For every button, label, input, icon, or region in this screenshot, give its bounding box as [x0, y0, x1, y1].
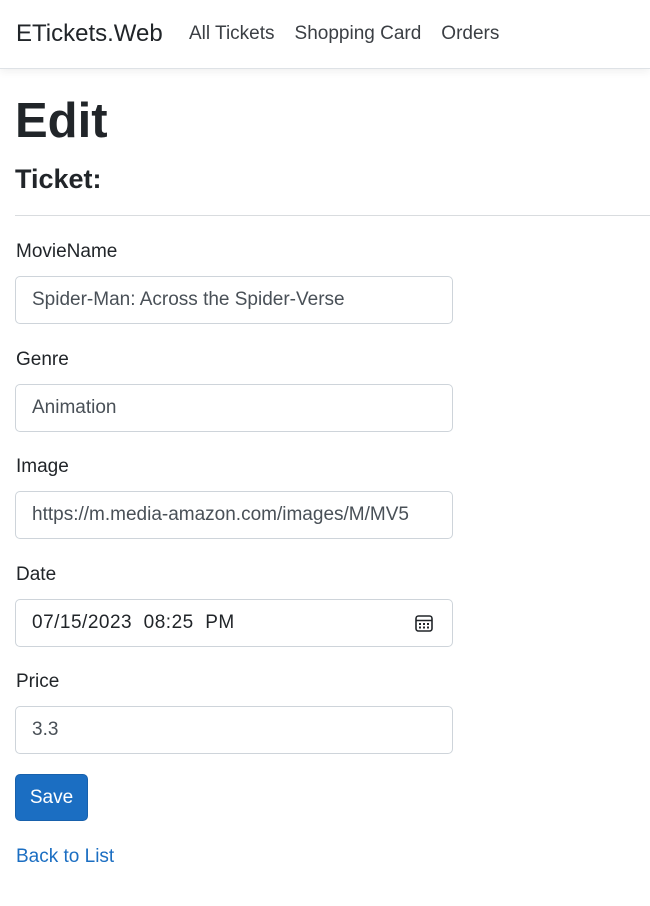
divider [15, 215, 650, 216]
back-to-list-link[interactable]: Back to List [16, 845, 114, 869]
page-subtitle: Ticket: [15, 164, 102, 194]
genre-value: Animation [32, 397, 117, 418]
nav-link-shopping-card[interactable]: Shopping Card [295, 22, 422, 46]
nav-link-orders[interactable]: Orders [441, 22, 499, 46]
moviename-input[interactable]: Spider-Man: Across the Spider-Verse [15, 276, 453, 324]
price-input[interactable]: 3.3 [15, 706, 453, 754]
moviename-label: MovieName [16, 241, 118, 262]
top-navbar: ETickets.Web All Tickets Shopping Card O… [0, 0, 650, 69]
date-input[interactable]: 07/15/2023 08:25 PM [15, 599, 453, 647]
genre-label: Genre [16, 349, 69, 370]
image-input[interactable]: https://m.media-amazon.com/images/M/MV5 [15, 491, 453, 539]
image-label: Image [16, 456, 69, 477]
page-title: Edit [15, 94, 108, 148]
save-button[interactable]: Save [15, 774, 88, 821]
price-label: Price [16, 671, 60, 692]
genre-input[interactable]: Animation [15, 384, 453, 432]
brand-link[interactable]: ETickets.Web [16, 20, 163, 48]
moviename-value: Spider-Man: Across the Spider-Verse [32, 289, 345, 310]
price-value: 3.3 [32, 719, 59, 740]
nav-link-all-tickets[interactable]: All Tickets [189, 22, 275, 46]
date-label: Date [16, 564, 57, 585]
nav-links: All Tickets Shopping Card Orders [189, 22, 499, 46]
image-value: https://m.media-amazon.com/images/M/MV5 [32, 504, 409, 525]
date-value: 07/15/2023 08:25 PM [32, 612, 235, 633]
calendar-icon[interactable] [414, 613, 434, 633]
